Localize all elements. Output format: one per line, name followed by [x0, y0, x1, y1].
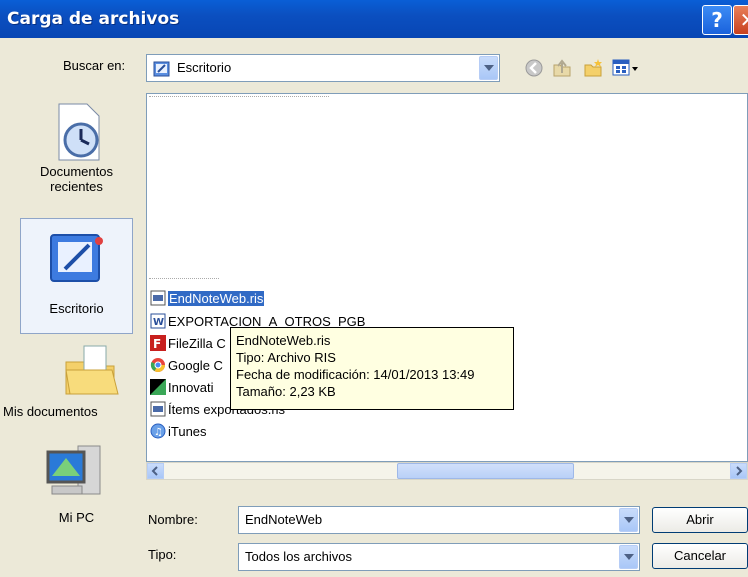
ris-file-icon [150, 290, 166, 306]
svg-text:W: W [153, 317, 164, 328]
my-computer-icon [20, 438, 133, 508]
recent-documents-icon [20, 100, 133, 164]
file-name: FileZilla C [168, 336, 226, 351]
desktop-icon [21, 227, 132, 291]
horizontal-scrollbar[interactable] [146, 462, 748, 480]
place-label-line2: recientes [50, 179, 103, 194]
place-my-computer[interactable]: Mi PC [20, 438, 133, 548]
place-desktop[interactable]: Escritorio [20, 218, 133, 334]
filename-value: EndNoteWeb [245, 512, 323, 527]
scroll-thumb[interactable] [397, 463, 574, 479]
scroll-right-button[interactable] [730, 463, 747, 479]
list-item[interactable]: Innovati [150, 378, 214, 398]
chrome-icon [150, 357, 166, 373]
list-fragment [149, 278, 219, 281]
scroll-left-button[interactable] [147, 463, 164, 479]
svg-text:♫: ♫ [154, 427, 163, 438]
filetype-select[interactable]: Todos los archivos [238, 543, 640, 571]
place-label-line1: Mi PC [58, 510, 95, 525]
list-item[interactable]: Google C [150, 356, 223, 376]
place-recent-documents[interactable]: Documentos recientes [20, 100, 133, 212]
filetype-dropdown-arrow[interactable] [619, 545, 638, 569]
file-tooltip: EndNoteWeb.ris Tipo: Archivo RIS Fecha d… [230, 327, 514, 410]
filename-input[interactable]: EndNoteWeb [238, 506, 640, 534]
places-bar: Documentos recientes Escritorio Mis docu… [0, 94, 135, 577]
file-name: iTunes [168, 424, 207, 439]
title-bar: Carga de archivos ? ✕ [0, 0, 748, 38]
tooltip-line1: EndNoteWeb.ris [236, 333, 331, 348]
shortcut-icon [150, 379, 166, 395]
open-button[interactable]: Abrir [652, 507, 748, 533]
word-doc-icon: W [150, 313, 166, 329]
svg-text:F: F [153, 337, 161, 351]
help-button[interactable]: ? [702, 5, 732, 35]
filename-dropdown-arrow[interactable] [619, 508, 638, 532]
cancel-button[interactable]: Cancelar [652, 543, 748, 569]
window-title: Carga de archivos [7, 9, 180, 29]
my-documents-icon [48, 340, 135, 400]
filename-label: Nombre: [148, 512, 198, 527]
tooltip-line3: Fecha de modificación: 14/01/2013 13:49 [236, 367, 475, 382]
new-folder-icon[interactable] [583, 57, 605, 82]
tooltip-line4: Tamaño: 2,23 KB [236, 384, 336, 399]
list-item[interactable]: ♫ iTunes [150, 422, 207, 442]
lookin-combo[interactable]: Escritorio [146, 54, 500, 82]
ris-file-icon [150, 401, 166, 417]
lookin-dropdown-arrow[interactable] [479, 56, 498, 80]
up-folder-icon[interactable] [551, 57, 573, 82]
place-label-line1: Documentos [40, 164, 113, 179]
filezilla-icon: F [150, 335, 166, 351]
itunes-icon: ♫ [150, 423, 166, 439]
file-name: Google C [168, 358, 223, 373]
tooltip-line2: Tipo: Archivo RIS [236, 350, 336, 365]
desktop-folder-icon [153, 60, 171, 81]
lookin-value: Escritorio [177, 60, 232, 75]
place-label-line1: Escritorio [49, 301, 104, 316]
place-label-line1: Mis documentos [3, 404, 98, 419]
file-name: Innovati [168, 380, 214, 395]
lookin-label: Buscar en: [63, 58, 126, 73]
list-item[interactable]: F FileZilla C [150, 334, 226, 354]
place-my-documents[interactable]: Mis documentos [3, 340, 135, 440]
list-item[interactable]: EndNoteWeb.ris [150, 289, 265, 309]
filetype-value: Todos los archivos [245, 549, 352, 564]
filetype-label: Tipo: [148, 547, 177, 562]
view-menu-icon[interactable] [612, 58, 640, 81]
close-button[interactable]: ✕ [733, 5, 748, 35]
file-name: EndNoteWeb.ris [168, 291, 265, 306]
back-icon[interactable] [524, 58, 544, 81]
list-top-fragment [149, 96, 329, 99]
